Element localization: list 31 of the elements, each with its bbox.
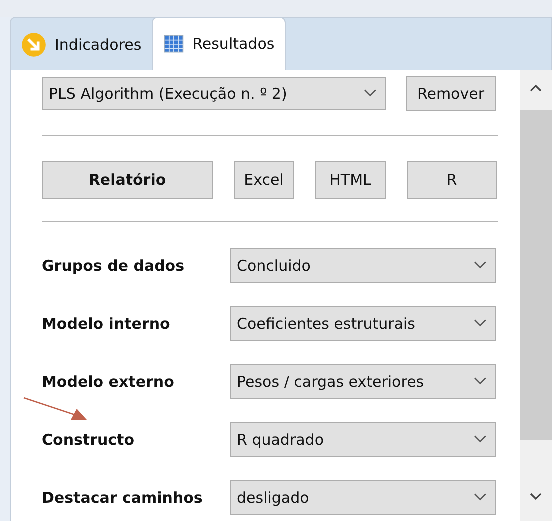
setting-dropdown[interactable]: desligado: [230, 480, 496, 515]
scroll-up-icon[interactable]: [530, 84, 542, 92]
chevron-down-icon: [474, 493, 487, 502]
tab[interactable]: Resultados: [152, 17, 286, 70]
scroll-down-icon[interactable]: [530, 493, 542, 501]
setting-label: Constructo: [42, 430, 136, 448]
export-button[interactable]: Excel: [234, 161, 294, 199]
setting-label: Modelo interno: [42, 314, 172, 332]
remove-button[interactable]: Remover: [406, 76, 496, 111]
setting-dropdown[interactable]: Coeficientes estruturais: [230, 306, 496, 341]
tab[interactable]: Indicadores: [11, 20, 152, 70]
setting-label: Destacar caminhos: [42, 488, 204, 506]
setting-label: Grupos de dados: [42, 256, 186, 274]
setting-label: Modelo externo: [42, 372, 176, 390]
scrollbar[interactable]: [520, 70, 552, 521]
arrow-annotation: [23, 397, 89, 421]
arrow-circle-icon: [21, 32, 47, 58]
export-button[interactable]: HTML: [315, 161, 386, 199]
export-button[interactable]: Relatório: [42, 161, 213, 199]
setting-dropdown[interactable]: R quadrado: [230, 422, 496, 457]
table-icon: [162, 33, 185, 55]
chevron-down-icon: [474, 435, 487, 444]
export-button[interactable]: R: [407, 161, 497, 199]
chevron-down-icon: [364, 89, 377, 98]
scrollbar-thumb[interactable]: [520, 110, 552, 440]
setting-dropdown[interactable]: Concluido: [230, 248, 496, 283]
setting-dropdown[interactable]: Pesos / cargas exteriores: [230, 364, 496, 399]
chevron-down-icon: [474, 377, 487, 386]
chevron-down-icon: [474, 319, 487, 328]
chevron-down-icon: [474, 261, 487, 270]
run-dropdown[interactable]: PLS Algorithm (Execução n. º 2): [42, 77, 386, 110]
